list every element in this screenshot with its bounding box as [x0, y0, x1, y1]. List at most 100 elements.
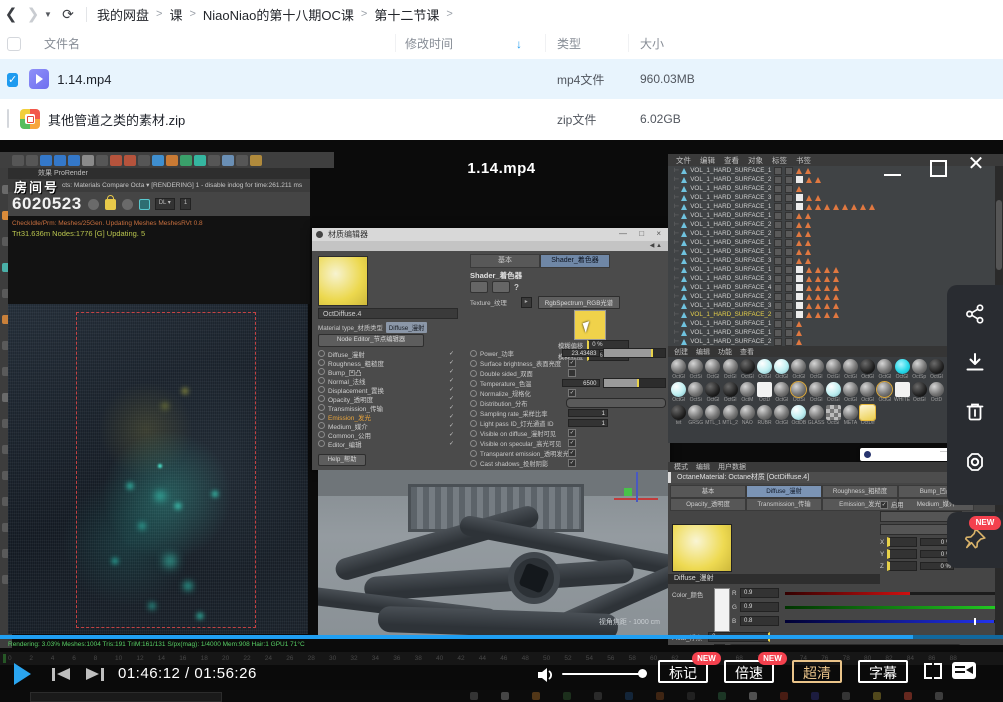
- material-swatch[interactable]: OctSp: [911, 358, 928, 380]
- breadcrumb-item[interactable]: 第十二节课: [374, 5, 439, 24]
- previous-button[interactable]: [52, 668, 74, 681]
- channel-checkbox[interactable]: ✓: [449, 431, 454, 438]
- material-swatch[interactable]: OctGl: [704, 381, 721, 403]
- column-size[interactable]: 大小: [640, 35, 664, 52]
- material-swatch[interactable]: OctGl: [722, 381, 739, 403]
- volume-icon[interactable]: [536, 666, 556, 684]
- param-checkbox[interactable]: [568, 369, 576, 377]
- file-name[interactable]: 其他管道之类的素材.zip: [48, 110, 185, 129]
- swatch-menu-item[interactable]: 功能: [718, 347, 732, 357]
- swatch-menu-item[interactable]: 编辑: [696, 347, 710, 357]
- material-editor-tab[interactable]: Shader_着色器: [540, 254, 610, 268]
- playlist-icon[interactable]: [952, 662, 976, 679]
- object-row[interactable]: ⊢VOL_1_HARD_SURFACE_3: [668, 193, 1003, 202]
- trash-icon[interactable]: [964, 401, 986, 423]
- material-swatch[interactable]: OctGl: [704, 358, 721, 380]
- attributes-tab[interactable]: 基本: [670, 485, 746, 498]
- breadcrumb-item[interactable]: 课: [169, 5, 182, 24]
- channel-track[interactable]: [785, 592, 1000, 595]
- material-swatch[interactable]: OctGl: [808, 358, 825, 380]
- object-row[interactable]: ⊢VOL_1_HARD_SURFACE_2: [668, 220, 1003, 229]
- material-swatch[interactable]: OctM: [739, 381, 756, 403]
- param-field[interactable]: [566, 398, 666, 408]
- material-swatch[interactable]: OctGl: [773, 358, 790, 380]
- volume-slider-knob[interactable]: [638, 669, 647, 678]
- taskbar-app-icon[interactable]: [935, 692, 943, 700]
- param-slider[interactable]: [603, 348, 666, 358]
- history-caret-icon[interactable]: ▼: [44, 10, 56, 19]
- column-modified[interactable]: 修改时间: [405, 35, 453, 52]
- color-preview-swatch[interactable]: [714, 588, 730, 632]
- axis-bar[interactable]: [887, 561, 917, 571]
- material-swatch[interactable]: OctGl: [911, 381, 928, 403]
- object-row[interactable]: ⊢VOL_1_HARD_SURFACE_3: [668, 274, 1003, 283]
- material-type-dropdown[interactable]: Diffuse_漫射: [386, 322, 428, 333]
- material-swatch[interactable]: OctSi: [687, 381, 704, 403]
- channel-checkbox[interactable]: ✓: [449, 395, 454, 402]
- object-row[interactable]: ⊢VOL_1_HARD_SURFACE_2: [668, 184, 1003, 193]
- param-checkbox[interactable]: ✓: [568, 459, 576, 467]
- material-swatch[interactable]: NAO: [739, 404, 756, 426]
- breadcrumb-item[interactable]: 我的网盘: [97, 5, 149, 24]
- param-slider[interactable]: [603, 378, 666, 388]
- pin-icon[interactable]: [964, 528, 988, 554]
- object-row[interactable]: ⊢VOL_1_HARD_SURFACE_1: [668, 265, 1003, 274]
- material-channel[interactable]: Editor_编辑✓: [318, 439, 462, 448]
- video-progress-bar[interactable]: [0, 635, 1003, 639]
- taskbar-app-icon[interactable]: [563, 692, 571, 700]
- shader-icon-button[interactable]: [470, 281, 488, 293]
- back-icon[interactable]: ❮: [0, 5, 22, 23]
- taskbar-app-icon[interactable]: [687, 692, 695, 700]
- volume-slider[interactable]: [562, 673, 642, 675]
- material-swatch[interactable]: OctGl: [893, 358, 910, 380]
- param-value[interactable]: 6500: [562, 379, 600, 387]
- axis-bar[interactable]: [887, 537, 917, 547]
- column-type[interactable]: 类型: [557, 35, 581, 52]
- row-checkbox[interactable]: ✓: [7, 73, 18, 87]
- material-swatch[interactable]: OctD: [756, 381, 773, 403]
- column-filename[interactable]: 文件名: [44, 35, 80, 52]
- param-value[interactable]: 23.43483: [562, 349, 600, 357]
- texture-field[interactable]: [729, 644, 961, 645]
- object-row[interactable]: ⊢VOL_1_HARD_SURFACE_2: [668, 229, 1003, 238]
- channel-checkbox[interactable]: ✓: [449, 422, 454, 429]
- material-swatch[interactable]: OctD: [928, 381, 945, 403]
- material-swatch[interactable]: OctGl: [773, 404, 790, 426]
- attributes-tab[interactable]: Diffuse_漫射: [746, 485, 822, 498]
- channel-checkbox[interactable]: ✓: [449, 368, 454, 375]
- material-swatch[interactable]: GLASS: [808, 404, 825, 426]
- attributes-tab[interactable]: Transmission_传输: [746, 498, 822, 511]
- breadcrumb-item[interactable]: NiaoNiao的第十八期OC课: [203, 5, 354, 24]
- attributes-menu-item[interactable]: 模式: [674, 462, 688, 472]
- taskbar-app-icon[interactable]: [873, 692, 881, 700]
- axis-bar[interactable]: [887, 549, 917, 559]
- material-name-field[interactable]: OctDiffuse.4: [318, 308, 458, 319]
- material-swatch[interactable]: GRSG: [687, 404, 704, 426]
- channel-checkbox[interactable]: ✓: [449, 359, 454, 366]
- taskbar-app-icon[interactable]: [625, 692, 633, 700]
- object-row[interactable]: ⊢VOL_1_HARD_SURFACE_3: [668, 256, 1003, 265]
- material-swatch[interactable]: OctGl: [859, 381, 876, 403]
- material-swatch[interactable]: tet: [670, 404, 687, 426]
- texture-expand-icon[interactable]: [714, 644, 725, 645]
- param-checkbox[interactable]: ✓: [568, 359, 576, 367]
- taskbar-app-icon[interactable]: [904, 692, 912, 700]
- channel-checkbox[interactable]: ✓: [449, 386, 454, 393]
- attributes-tab[interactable]: Opacity_透明度: [670, 498, 746, 511]
- next-button[interactable]: [82, 668, 104, 681]
- close-button[interactable]: ✕: [967, 156, 985, 174]
- taskbar-app-icon[interactable]: [501, 692, 509, 700]
- param-checkbox[interactable]: ✓: [568, 439, 576, 447]
- material-swatch[interactable]: OctGl: [876, 358, 893, 380]
- panel-scrollbar-thumb[interactable]: [996, 200, 1002, 270]
- channel-value[interactable]: 0.8: [740, 616, 779, 626]
- taskbar-app-icon[interactable]: [470, 692, 478, 700]
- select-all-checkbox[interactable]: [7, 37, 21, 51]
- material-swatch[interactable]: OctGl: [859, 358, 876, 380]
- shader-icon-button[interactable]: [492, 281, 510, 293]
- enable-checkbox[interactable]: ✓: [880, 501, 888, 509]
- material-swatch[interactable]: OctGl: [756, 358, 773, 380]
- material-swatch[interactable]: OctGl: [670, 358, 687, 380]
- channel-track[interactable]: [785, 606, 1000, 609]
- param-value[interactable]: 1: [568, 409, 608, 417]
